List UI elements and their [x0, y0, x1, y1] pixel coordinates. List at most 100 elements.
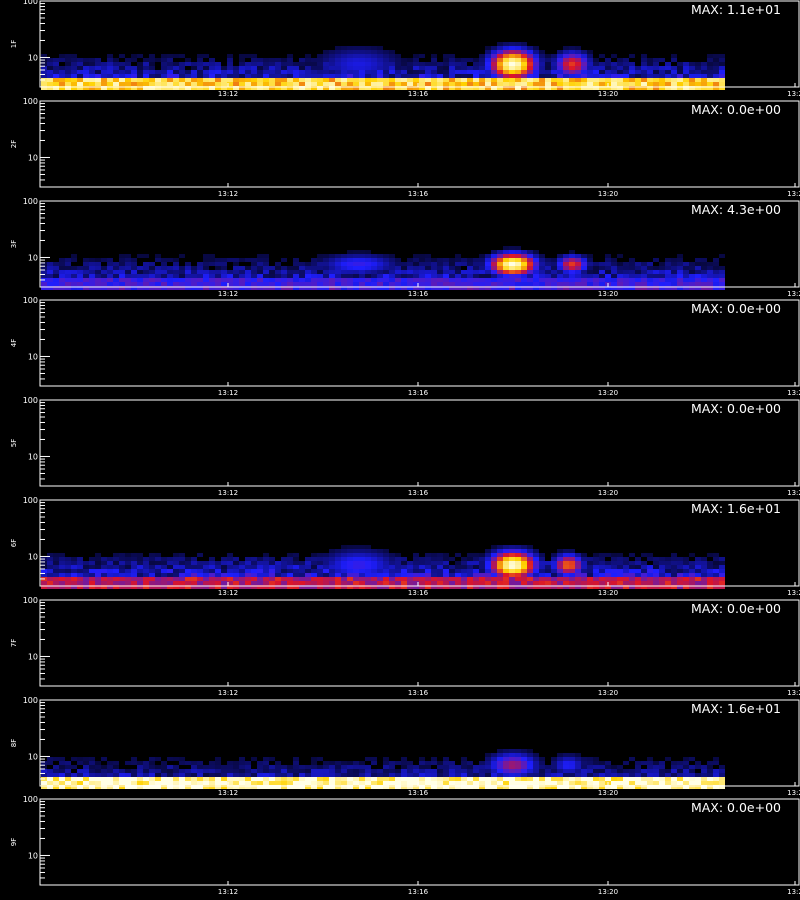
heatmap-cell [425, 274, 431, 278]
heatmap-cell [407, 278, 413, 282]
heatmap-cell [467, 274, 473, 278]
heatmap-cell [347, 258, 353, 262]
heatmap-cell [149, 773, 155, 777]
heatmap-cell [131, 565, 137, 569]
heatmap-cell [233, 270, 239, 274]
heatmap-cell [155, 757, 161, 761]
heatmap-cell [293, 82, 299, 86]
heatmap-cell [47, 282, 53, 286]
heatmap-cell [677, 569, 683, 573]
heatmap-cell [665, 581, 671, 585]
heatmap-cell [443, 577, 449, 581]
heatmap-cell [263, 262, 269, 266]
heatmap-cell [533, 282, 539, 286]
heatmap-cell [575, 777, 581, 781]
y-tick-label: 100 [23, 97, 38, 106]
heatmap-cell [677, 761, 683, 765]
heatmap-cell [353, 781, 359, 785]
heatmap-cell [581, 74, 587, 78]
heatmap-cell [257, 565, 263, 569]
heatmap-cell [185, 74, 191, 78]
heatmap-cell [173, 266, 179, 270]
heatmap-cell [95, 765, 101, 769]
heatmap-cell [527, 561, 533, 565]
heatmap-cell [647, 761, 653, 765]
heatmap-cell [443, 781, 449, 785]
heatmap-cell [575, 557, 581, 561]
heatmap-cell [443, 282, 449, 286]
heatmap-cell [161, 278, 167, 282]
heatmap-cell [311, 565, 317, 569]
heatmap-cell [221, 561, 227, 565]
heatmap-cell [455, 282, 461, 286]
heatmap-cell [689, 266, 695, 270]
heatmap-cell [683, 781, 689, 785]
heatmap-cell [293, 773, 299, 777]
heatmap-cell [389, 761, 395, 765]
heatmap-cell [83, 781, 89, 785]
heatmap-cell [395, 761, 401, 765]
heatmap-cell [707, 278, 713, 282]
heatmap-cell [239, 777, 245, 781]
heatmap-cell [395, 777, 401, 781]
heatmap-cell [491, 581, 497, 585]
heatmap-cell [101, 573, 107, 577]
heatmap-cell [341, 278, 347, 282]
heatmap-cell [329, 254, 335, 258]
heatmap-cell [389, 553, 395, 557]
heatmap-cell [185, 777, 191, 781]
heatmap-cell [641, 58, 647, 62]
heatmap-cell [593, 565, 599, 569]
heatmap-cell [65, 765, 71, 769]
heatmap-cell [551, 70, 557, 74]
heatmap-cell [323, 66, 329, 70]
heatmap-cell [65, 769, 71, 773]
heatmap-cell [281, 781, 287, 785]
heatmap-cell [371, 769, 377, 773]
heatmap-cell [119, 274, 125, 278]
heatmap-cell [305, 54, 311, 58]
heatmap-cell [305, 561, 311, 565]
heatmap-cell [227, 62, 233, 66]
heatmap-cell [335, 78, 341, 82]
heatmap-cell [299, 262, 305, 266]
panel-label: 9F [10, 838, 18, 846]
heatmap-cell [197, 777, 203, 781]
heatmap-cell [203, 569, 209, 573]
heatmap-cell [197, 78, 203, 82]
heatmap-cell [173, 565, 179, 569]
heatmap-cell [407, 270, 413, 274]
heatmap-cell [635, 70, 641, 74]
heatmap-cell [365, 569, 371, 573]
heatmap-cell [557, 573, 563, 577]
heatmap-cell [167, 258, 173, 262]
heatmap-cell [95, 258, 101, 262]
heatmap-cell [713, 557, 719, 561]
heatmap-cell [251, 78, 257, 82]
heatmap-cell [419, 581, 425, 585]
heatmap-cell [587, 58, 593, 62]
heatmap-cell [317, 258, 323, 262]
heatmap-cell [317, 573, 323, 577]
heatmap-cell [71, 773, 77, 777]
heatmap-cell [593, 74, 599, 78]
heatmap-cell [647, 266, 653, 270]
heatmap-cell [47, 769, 53, 773]
heatmap-cell [365, 581, 371, 585]
heatmap-cell [305, 274, 311, 278]
heatmap-cell [347, 270, 353, 274]
heatmap-cell [341, 565, 347, 569]
heatmap-cell [191, 66, 197, 70]
heatmap-cell [167, 765, 173, 769]
heatmap-cell [641, 54, 647, 58]
heatmap-cell [479, 270, 485, 274]
heatmap-cell [515, 50, 521, 54]
heatmap-cell [689, 757, 695, 761]
heatmap-cell [119, 278, 125, 282]
heatmap-cell [671, 74, 677, 78]
heatmap-cell [383, 777, 389, 781]
heatmap-cell [233, 573, 239, 577]
heatmap-cell [311, 557, 317, 561]
heatmap-cell [329, 565, 335, 569]
heatmap-cell [671, 274, 677, 278]
